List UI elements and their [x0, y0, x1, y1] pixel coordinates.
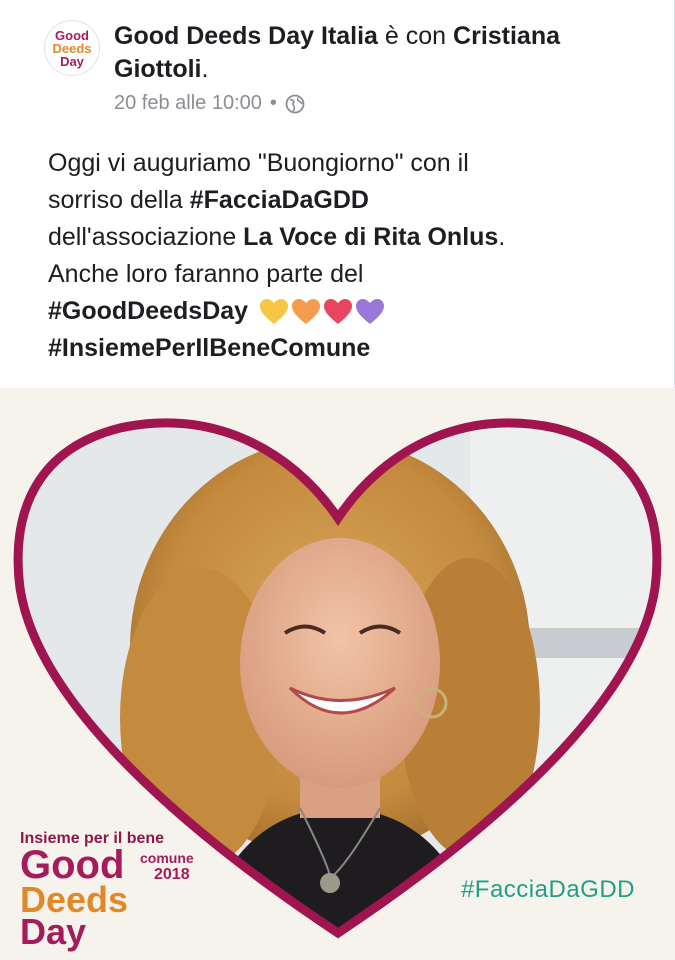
logo-comune: comune [140, 850, 194, 866]
good-deeds-day-logo: Good Deeds Day comune 2018 [20, 845, 210, 952]
red-heart-icon [324, 299, 353, 325]
page-name-link[interactable]: Good Deeds Day Italia [114, 22, 378, 50]
heart-emojis [259, 298, 385, 326]
post-photo[interactable]: Insieme per il bene Good Deeds Day comun… [0, 388, 675, 960]
logo-year: 2018 [154, 866, 190, 883]
post-meta: 20 feb alle 10:00 • [114, 92, 305, 115]
hashtag-faccia-link[interactable]: #FacciaDaGDD [190, 186, 369, 214]
association-link[interactable]: La Voce di Rita Onlus [243, 223, 498, 251]
post-timestamp[interactable]: 20 feb alle 10:00 [114, 92, 262, 115]
post-text-line-3c: . [498, 223, 506, 251]
purple-heart-icon [356, 299, 385, 325]
post-text-line-5: #GoodDeedsDay [48, 293, 648, 330]
tagged-person-link[interactable]: Cristiana [453, 22, 560, 50]
orange-heart-icon [292, 299, 321, 325]
with-text: è con [377, 22, 454, 50]
page-avatar[interactable]: Good Deeds Day [44, 20, 100, 76]
hashtag-insieme-link[interactable]: #InsiemePerIlBeneComune [48, 334, 370, 362]
hashtag-gooddeedsday-link[interactable]: #GoodDeedsDay [48, 297, 248, 325]
post-text-line-3: dell'associazione La Voce di Rita Onlus. [48, 219, 648, 256]
photo-hashtag: #FacciaDaGDD [460, 876, 635, 903]
post-header: Good Deeds Day Italia è con Cristiana Gi… [114, 20, 654, 86]
tagged-person-link-2[interactable]: Giottoli [114, 55, 201, 83]
post-text-line-2a: sorriso della [48, 186, 190, 214]
header-period: . [201, 55, 209, 83]
post-text-line-2: sorriso della #FacciaDaGDD [48, 182, 648, 219]
post-text-line-6: #InsiemePerIlBeneComune [48, 330, 648, 367]
post-text-line-4: Anche loro faranno parte del [48, 260, 364, 288]
post-text-line-1: Oggi vi auguriamo "Buongiorno" con il [48, 149, 469, 177]
post-body: Oggi vi auguriamo "Buongiorno" con il so… [48, 145, 648, 367]
post-text-line-3a: dell'associazione [48, 223, 244, 251]
meta-separator: • [269, 92, 277, 114]
facebook-post: Good Deeds Day Good Deeds Day Italia è c… [0, 0, 675, 388]
yellow-heart-icon [260, 299, 289, 325]
avatar-logo-day: Day [60, 54, 85, 69]
logo-day: Day [20, 911, 87, 952]
globe-icon[interactable] [285, 94, 305, 114]
avatar-logo-image: Good Deeds Day [52, 28, 91, 69]
